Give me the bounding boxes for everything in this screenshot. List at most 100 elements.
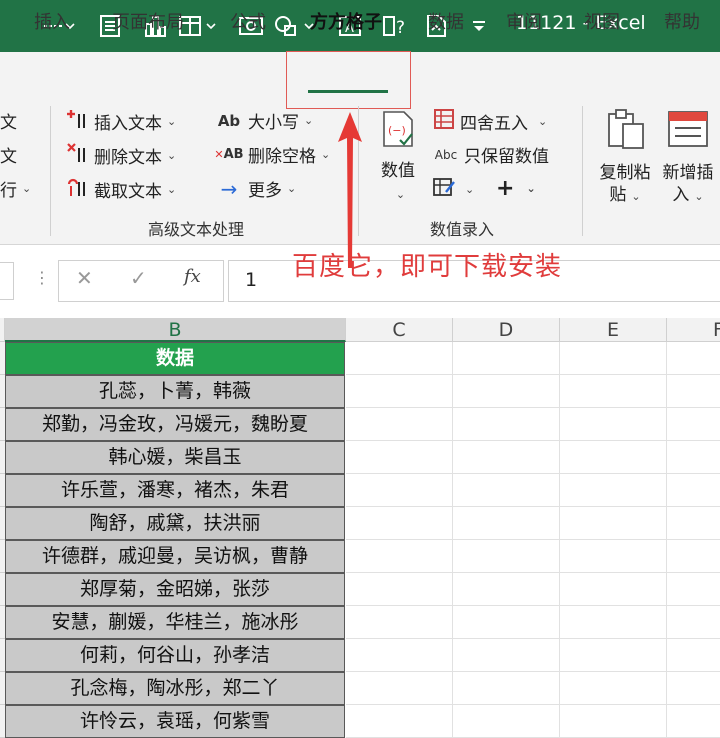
empty-cell[interactable] [560, 342, 667, 375]
keep-numbers-button[interactable]: Abc 只保留数值 [432, 142, 549, 167]
empty-cell[interactable] [346, 606, 453, 639]
help-icon[interactable]: ? [378, 8, 414, 44]
empty-cell[interactable] [667, 507, 720, 540]
clipboard-icon [594, 108, 656, 156]
more-button[interactable]: → 更多 ⌄ [214, 176, 297, 202]
empty-cell[interactable] [667, 672, 720, 705]
column-header-b[interactable]: B [5, 318, 346, 342]
data-cell[interactable]: 孔念梅，陶冰彤，郑二丫 [5, 672, 345, 705]
data-cell[interactable]: 许德群，戚迎曼，吴访枫，曹静 [5, 540, 345, 573]
data-cell[interactable]: 陶舒，戚黛，扶洪丽 [5, 507, 345, 540]
more-options-icon[interactable]: ⋮ [34, 268, 50, 287]
chevron-down-icon: ⌄ [304, 114, 314, 127]
empty-cell[interactable] [667, 375, 720, 408]
data-cell[interactable]: 孔蕊，卜菁，韩薇 [5, 375, 345, 408]
customize-qat-icon[interactable] [466, 8, 492, 44]
empty-cell[interactable] [667, 474, 720, 507]
empty-cell[interactable] [667, 705, 720, 738]
tab-page-layout[interactable]: 页面布局 [112, 8, 184, 38]
data-cell[interactable]: 许怜云，袁瑶，何紫雪 [5, 705, 345, 738]
empty-cell[interactable] [346, 672, 453, 705]
empty-cell[interactable] [667, 408, 720, 441]
empty-cell[interactable] [346, 441, 453, 474]
column-header-d[interactable]: D [453, 318, 560, 342]
empty-cell[interactable] [346, 375, 453, 408]
cancel-icon[interactable]: ✕ [76, 266, 93, 290]
ribbon-fragment-1[interactable]: 文 [0, 108, 17, 133]
empty-cell[interactable] [453, 639, 560, 672]
empty-cell[interactable] [667, 573, 720, 606]
empty-cell[interactable] [560, 441, 667, 474]
empty-cell[interactable] [667, 639, 720, 672]
empty-cell[interactable] [560, 540, 667, 573]
column-header-c[interactable]: C [346, 318, 453, 342]
data-cell[interactable]: 郑勤，冯金玫，冯媛元，魏盼夏 [5, 408, 345, 441]
empty-cell[interactable] [667, 606, 720, 639]
empty-cell[interactable] [453, 441, 560, 474]
value-button[interactable]: (−) 数值 ⌄ [372, 110, 424, 206]
tab-review[interactable]: 审阅 [506, 8, 542, 38]
empty-cell[interactable] [346, 705, 453, 738]
case-button[interactable]: Ab 大小写 ⌄ [214, 108, 314, 134]
empty-cell[interactable] [560, 507, 667, 540]
empty-cell[interactable] [560, 408, 667, 441]
add-button[interactable]: + ⌄ [496, 176, 536, 201]
empty-cell[interactable] [453, 474, 560, 507]
empty-cell[interactable] [560, 672, 667, 705]
extract-text-button[interactable]: 截取文本 ⌄ [66, 176, 176, 202]
empty-cell[interactable] [346, 342, 453, 375]
copy-paste-button[interactable]: 复制粘 贴 ⌄ [594, 108, 656, 208]
tab-view[interactable]: 视图 [584, 8, 620, 38]
tab-formulas[interactable]: 公式 [230, 8, 266, 38]
edit-grid-button[interactable]: ⌄ [432, 176, 474, 202]
column-header-f[interactable]: F [667, 318, 720, 342]
column-header-e[interactable]: E [560, 318, 667, 342]
ribbon-fragment-2[interactable]: 文 [0, 142, 17, 167]
empty-cell[interactable] [453, 342, 560, 375]
delete-text-button[interactable]: 删除文本 ⌄ [66, 142, 176, 168]
tab-data[interactable]: 数据 [428, 8, 464, 38]
data-cell[interactable]: 许乐萱，潘寒，褚杰，朱君 [5, 474, 345, 507]
empty-cell[interactable] [346, 540, 453, 573]
empty-cell[interactable] [453, 705, 560, 738]
empty-cell[interactable] [453, 507, 560, 540]
empty-cell[interactable] [453, 540, 560, 573]
round-button[interactable]: 四舍五入 ⌄ [432, 108, 547, 134]
data-cell[interactable]: 安慧，蒯媛，华桂兰，施冰彤 [5, 606, 345, 639]
empty-cell[interactable] [346, 507, 453, 540]
add-insert-button[interactable]: 新增插 入 ⌄ [656, 108, 720, 208]
name-box[interactable] [0, 262, 14, 300]
insert-function-icon[interactable]: fx [184, 266, 201, 287]
tab-insert[interactable]: 插入 [34, 8, 70, 38]
empty-cell[interactable] [453, 375, 560, 408]
data-cell[interactable]: 郑厚菊，金昭娣，张莎 [5, 573, 345, 606]
tab-fangfang-gezi[interactable]: 方方格子 [310, 8, 382, 38]
empty-cell[interactable] [453, 606, 560, 639]
empty-cell[interactable] [560, 639, 667, 672]
empty-cell[interactable] [560, 606, 667, 639]
empty-cell[interactable] [346, 474, 453, 507]
empty-cell[interactable] [346, 639, 453, 672]
header-cell[interactable]: 数据 [5, 342, 345, 375]
empty-cell[interactable] [560, 474, 667, 507]
ribbon-fragment-3[interactable]: 行 ⌄ [0, 176, 31, 201]
empty-cell[interactable] [560, 573, 667, 606]
empty-cell[interactable] [346, 573, 453, 606]
empty-cell[interactable] [560, 375, 667, 408]
empty-cell[interactable] [346, 408, 453, 441]
empty-cell[interactable] [453, 672, 560, 705]
empty-cell[interactable] [453, 408, 560, 441]
data-cell[interactable]: 何莉，何谷山，孙孝洁 [5, 639, 345, 672]
empty-cell[interactable] [453, 573, 560, 606]
empty-cell[interactable] [667, 441, 720, 474]
delete-spaces-button[interactable]: ✕AB 删除空格 ⌄ [214, 142, 330, 167]
empty-cell[interactable] [667, 540, 720, 573]
chevron-down-icon: ⌄ [287, 182, 297, 195]
tab-help[interactable]: 帮助 [664, 8, 700, 38]
confirm-icon[interactable]: ✓ [130, 266, 147, 290]
empty-cell[interactable] [560, 705, 667, 738]
highlight-box [286, 51, 411, 109]
empty-cell[interactable] [667, 342, 720, 375]
data-cell[interactable]: 韩心媛，柴昌玉 [5, 441, 345, 474]
insert-text-button[interactable]: 插入文本 ⌄ [66, 108, 176, 134]
